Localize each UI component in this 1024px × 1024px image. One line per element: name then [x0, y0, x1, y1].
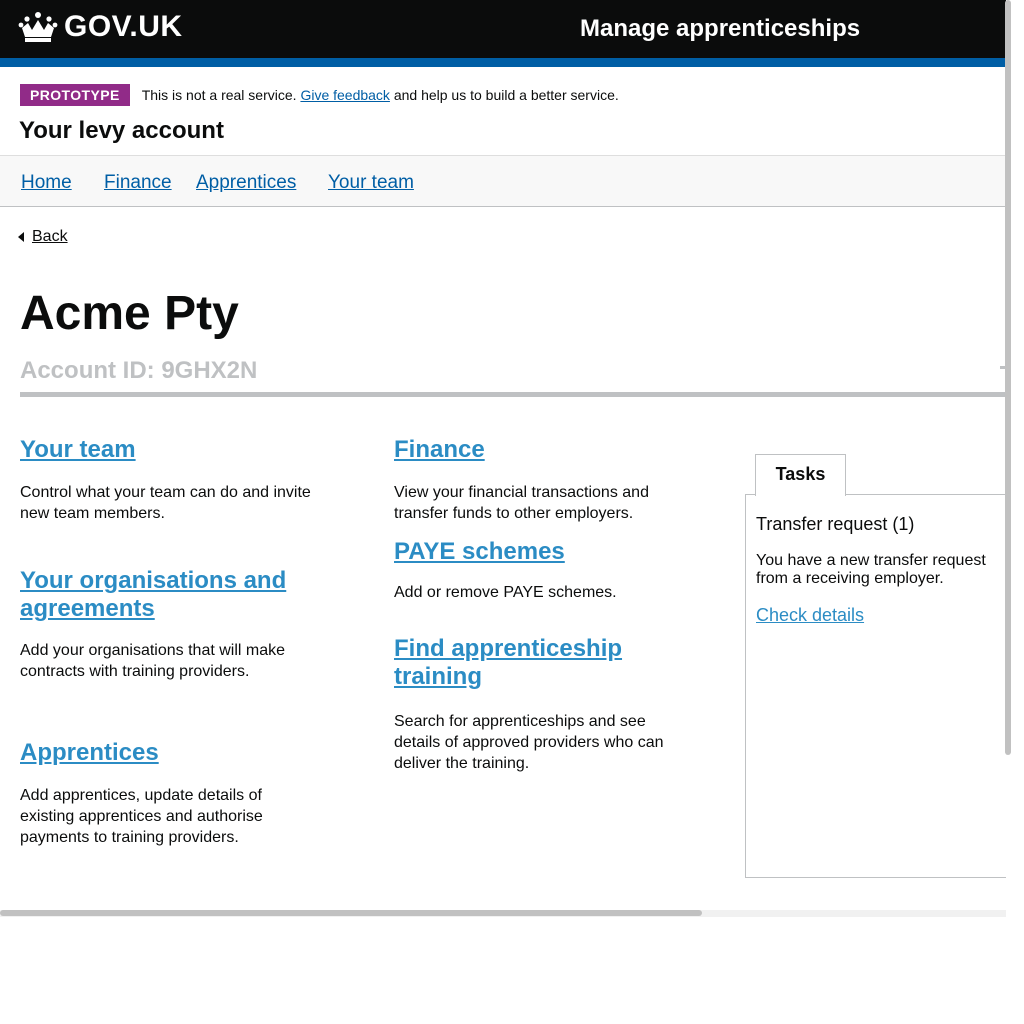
- phase-text-before: This is not a real service.: [141, 87, 301, 103]
- nav-item-your-team[interactable]: Your team: [328, 172, 414, 194]
- card-your-team: Your team Control what your team can do …: [20, 436, 320, 524]
- card-description: Add or remove PAYE schemes.: [394, 584, 617, 601]
- card-organisations: Your organisations and agreements Add yo…: [20, 567, 310, 682]
- card-description: Add apprentices, update details of exist…: [20, 787, 263, 846]
- horizontal-scrollbar-thumb[interactable]: [0, 910, 702, 916]
- phase-text-after: and help us to build a better service.: [389, 87, 619, 103]
- give-feedback-link[interactable]: Give feedback: [300, 87, 390, 103]
- card-title: PAYE schemes: [394, 538, 694, 566]
- card-find-training: Find apprenticeship training Search for …: [394, 635, 684, 774]
- card-apprentices: Apprentices Add apprentices, update deta…: [20, 739, 320, 848]
- card-description: Add your organisations that will make co…: [20, 642, 286, 680]
- card-title: Your team: [20, 436, 320, 464]
- organisation-name: Acme Pty: [20, 287, 239, 340]
- tab-tasks[interactable]: Tasks: [755, 454, 846, 496]
- card-finance: Finance View your financial transactions…: [394, 436, 694, 524]
- back-link-label: Back: [32, 228, 68, 245]
- back-link[interactable]: Back: [18, 228, 68, 246]
- crown-icon: [18, 12, 58, 42]
- service-name[interactable]: Manage apprenticeships: [580, 15, 860, 43]
- card-paye-schemes: PAYE schemes Add or remove PAYE schemes.: [394, 538, 694, 603]
- task-title: Transfer request (1): [756, 514, 915, 534]
- govuk-logo-text: GOV.UK: [64, 10, 183, 43]
- card-title: Apprentices: [20, 739, 320, 767]
- account-id: Account ID: 9GHX2N: [20, 357, 258, 384]
- phase-tag: PROTOTYPE: [20, 84, 130, 106]
- organisations-agreements-link[interactable]: Your organisations and agreements: [20, 567, 286, 622]
- nav-item-home[interactable]: Home: [21, 172, 72, 194]
- vertical-scrollbar-thumb[interactable]: [1005, 0, 1011, 755]
- find-apprenticeship-training-link[interactable]: Find apprenticeship training: [394, 635, 622, 690]
- card-title: Your organisations and agreements: [20, 567, 310, 623]
- card-description: Search for apprenticeships and see detai…: [394, 713, 664, 772]
- your-team-link[interactable]: Your team: [20, 436, 136, 463]
- govuk-logo-link[interactable]: GOV.UK: [18, 10, 183, 44]
- task-description: You have a new transfer request from a r…: [756, 552, 986, 587]
- card-title: Find apprenticeship training: [394, 635, 684, 691]
- section-divider: [20, 392, 1006, 397]
- card-description: Control what your team can do and invite…: [20, 484, 311, 522]
- card-title: Finance: [394, 436, 694, 464]
- apprentices-link[interactable]: Apprentices: [20, 739, 159, 766]
- nav-item-finance[interactable]: Finance: [104, 172, 172, 194]
- nav-item-apprentices[interactable]: Apprentices: [196, 172, 296, 194]
- card-description: View your financial transactions and tra…: [394, 484, 649, 522]
- header-accent-bar: [0, 58, 1006, 67]
- account-title: Your levy account: [19, 117, 224, 144]
- back-arrow-icon: [18, 232, 24, 242]
- phase-banner: PROTOTYPE This is not a real service. Gi…: [20, 84, 619, 106]
- finance-link[interactable]: Finance: [394, 436, 485, 463]
- check-details-link[interactable]: Check details: [756, 605, 864, 626]
- paye-schemes-link[interactable]: PAYE schemes: [394, 538, 565, 565]
- main-nav: Home Finance Apprentices Your team: [0, 155, 1006, 207]
